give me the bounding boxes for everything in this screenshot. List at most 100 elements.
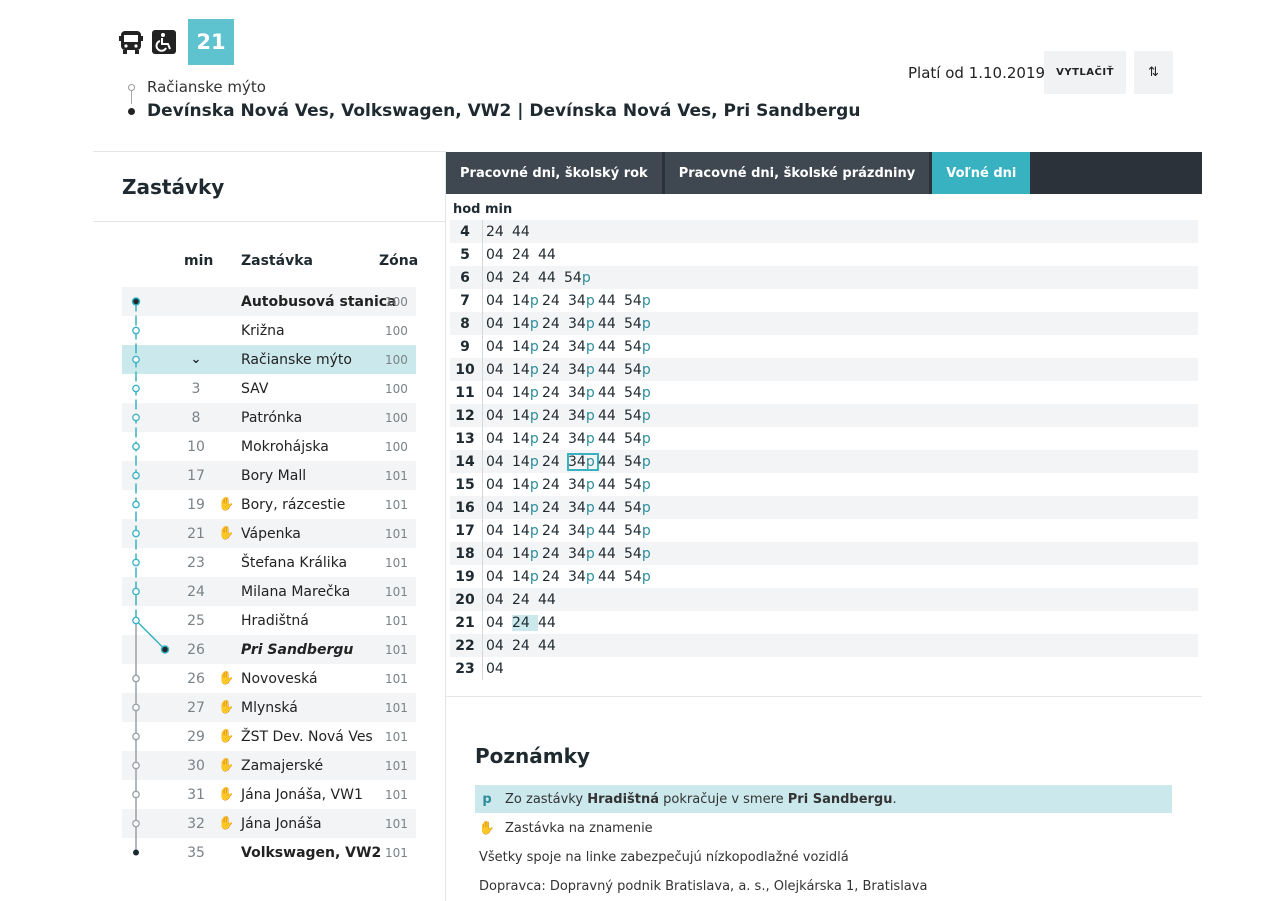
departure-minute[interactable]: 04 (486, 408, 512, 424)
departure-minute[interactable]: 24 (542, 546, 568, 562)
departure-minute[interactable]: 54p (624, 500, 654, 516)
departure-minute[interactable]: 24 (512, 247, 538, 263)
departure-minute[interactable]: 34p (568, 339, 598, 355)
departure-minute[interactable]: 54p (624, 546, 654, 562)
departure-minute[interactable]: 04 (486, 638, 512, 654)
departure-minute[interactable]: 34p (568, 362, 598, 378)
departure-minute[interactable]: 34p (568, 569, 598, 585)
departure-minute[interactable]: 04 (486, 500, 512, 516)
departure-minute[interactable]: 24 (542, 477, 568, 493)
departure-minute[interactable]: 44 (598, 523, 624, 539)
departure-minute[interactable]: 44 (598, 500, 624, 516)
departure-minute[interactable]: 04 (486, 247, 512, 263)
departure-minute[interactable]: 24 (542, 500, 568, 516)
departure-minute[interactable]: 14p (512, 339, 542, 355)
departure-minute[interactable]: 34p (568, 293, 598, 309)
departure-minute[interactable]: 24 (542, 293, 568, 309)
departure-minute[interactable]: 04 (486, 362, 512, 378)
departure-minute[interactable]: 44 (598, 477, 624, 493)
departure-minute[interactable]: 24 (512, 614, 538, 631)
departure-minute[interactable]: 44 (598, 569, 624, 585)
departure-minute[interactable]: 24 (542, 569, 568, 585)
departure-minute[interactable]: 04 (486, 477, 512, 493)
departure-minute[interactable]: 14p (512, 385, 542, 401)
departure-minute[interactable]: 44 (538, 638, 564, 654)
departure-minute[interactable]: 24 (542, 454, 568, 470)
departure-minute[interactable]: 34p (568, 546, 598, 562)
departure-minute[interactable]: 24 (542, 362, 568, 378)
departure-minute[interactable]: 04 (486, 569, 512, 585)
departure-minute[interactable]: 14p (512, 569, 542, 585)
departure-minute[interactable]: 54p (624, 523, 654, 539)
departure-minute[interactable]: 44 (538, 615, 564, 631)
departure-minute[interactable]: 54p (624, 454, 654, 470)
departure-minute[interactable]: 04 (486, 339, 512, 355)
departure-minute[interactable]: 44 (598, 293, 624, 309)
departure-minute[interactable]: 44 (598, 316, 624, 332)
departure-minute[interactable]: 24 (512, 270, 538, 286)
departure-minute[interactable]: 04 (486, 615, 512, 631)
print-button[interactable]: VYTLAČIŤ (1044, 51, 1126, 94)
departure-minute[interactable]: 24 (542, 339, 568, 355)
departure-minute[interactable]: 14p (512, 454, 542, 470)
departure-minute[interactable]: 54p (624, 477, 654, 493)
departure-minute[interactable]: 44 (598, 339, 624, 355)
departure-minute[interactable]: 54p (624, 339, 654, 355)
departure-minute[interactable]: 04 (486, 431, 512, 447)
departure-minute[interactable]: 44 (512, 224, 538, 240)
departure-minute[interactable]: 14p (512, 316, 542, 332)
departure-minute[interactable]: 24 (542, 385, 568, 401)
departure-minute[interactable]: 04 (486, 293, 512, 309)
departure-minute[interactable]: 34p (568, 316, 598, 332)
departure-minute[interactable]: 34p (567, 452, 599, 471)
departure-minute[interactable]: 24 (542, 408, 568, 424)
departure-minute[interactable]: 34p (568, 408, 598, 424)
departure-minute[interactable]: 14p (512, 408, 542, 424)
departure-minute[interactable]: 04 (486, 592, 512, 608)
departure-minute[interactable]: 14p (512, 431, 542, 447)
departure-minute[interactable]: 44 (538, 270, 564, 286)
departure-minute[interactable]: 54p (564, 270, 594, 286)
departure-minute[interactable]: 04 (486, 661, 512, 677)
departure-minute[interactable]: 24 (486, 224, 512, 240)
departure-minute[interactable]: 14p (512, 293, 542, 309)
departure-minute[interactable]: 24 (542, 523, 568, 539)
departure-minute[interactable]: 14p (512, 523, 542, 539)
departure-minute[interactable]: 34p (568, 431, 598, 447)
departure-minute[interactable]: 14p (512, 477, 542, 493)
departure-minute[interactable]: 24 (512, 638, 538, 654)
swap-direction-button[interactable]: ⇅ (1134, 51, 1173, 94)
departure-minute[interactable]: 24 (512, 592, 538, 608)
departure-minute[interactable]: 54p (624, 385, 654, 401)
departure-minute[interactable]: 24 (542, 431, 568, 447)
departure-minute[interactable]: 34p (568, 500, 598, 516)
departure-minute[interactable]: 14p (512, 500, 542, 516)
departure-minute[interactable]: 54p (624, 569, 654, 585)
departure-minute[interactable]: 34p (568, 385, 598, 401)
departure-minute[interactable]: 44 (598, 362, 624, 378)
departure-minute[interactable]: 34p (568, 523, 598, 539)
departure-minute[interactable]: 04 (486, 454, 512, 470)
departure-minute[interactable]: 04 (486, 523, 512, 539)
departure-minute[interactable]: 44 (598, 408, 624, 424)
departure-minute[interactable]: 14p (512, 362, 542, 378)
departure-minute[interactable]: 44 (538, 592, 564, 608)
departure-minute[interactable]: 44 (598, 431, 624, 447)
departure-minute[interactable]: 54p (624, 293, 654, 309)
departure-minute[interactable]: 34p (568, 477, 598, 493)
departure-minute[interactable]: 54p (624, 316, 654, 332)
departure-minute[interactable]: 44 (598, 385, 624, 401)
departure-minute[interactable]: 14p (512, 546, 542, 562)
tab-day-type[interactable]: Pracovné dni, školský rok (446, 152, 662, 194)
departure-minute[interactable]: 24 (542, 316, 568, 332)
departure-minute[interactable]: 54p (624, 408, 654, 424)
departure-minute[interactable]: 54p (624, 431, 654, 447)
departure-minute[interactable]: 54p (624, 362, 654, 378)
departure-minute[interactable]: 04 (486, 546, 512, 562)
departure-minute[interactable]: 44 (538, 247, 564, 263)
tab-day-type[interactable]: Voľné dni (932, 152, 1031, 194)
departure-minute[interactable]: 44 (598, 454, 624, 470)
departure-minute[interactable]: 44 (598, 546, 624, 562)
departure-minute[interactable]: 04 (486, 270, 512, 286)
tab-day-type[interactable]: Pracovné dni, školské prázdniny (664, 152, 930, 194)
